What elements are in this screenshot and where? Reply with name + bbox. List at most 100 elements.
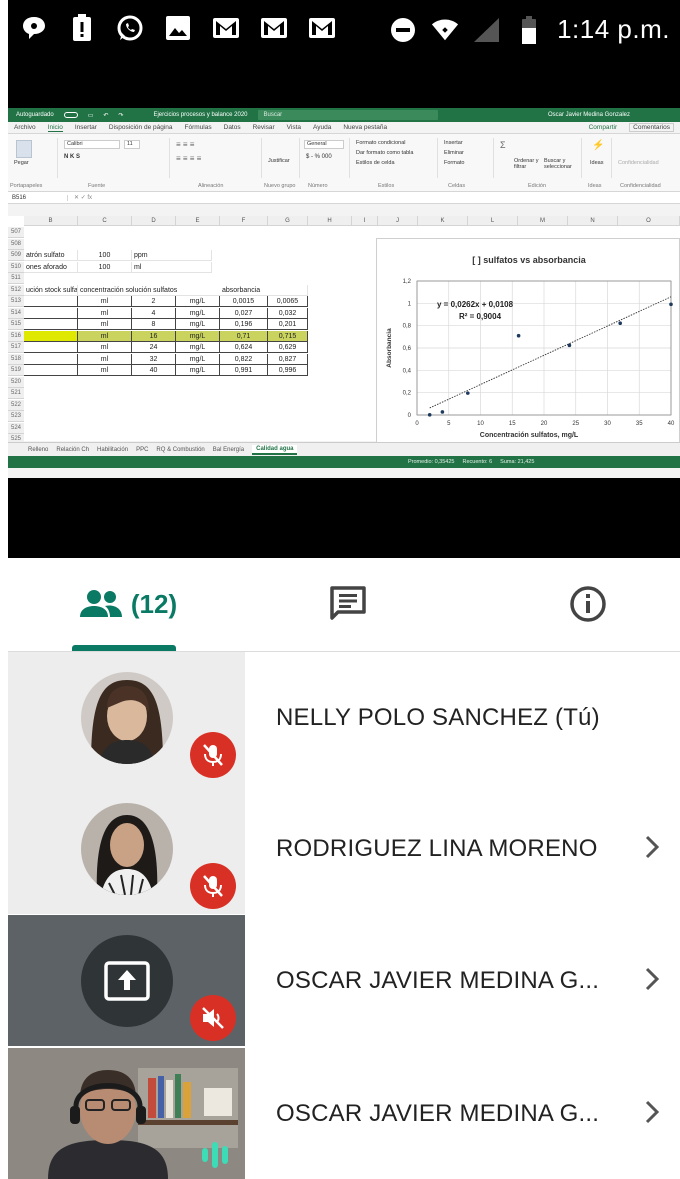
ribbon-tab[interactable]: Disposición de página [109, 124, 173, 131]
chart[interactable]: [ ] sulfatos vs absorbancia 0 0,2 0,4 0,6 0,8… [376, 238, 680, 450]
sheet-row[interactable]: 518 ml 32 mg/L 0,822 0,827 [8, 353, 378, 365]
column-header[interactable]: L [468, 216, 518, 226]
align-icon-2[interactable]: ≡ ≡ ≡ ≡ [176, 154, 201, 163]
sheet-tab[interactable]: RQ & Combustión [156, 447, 204, 453]
sheet-cell[interactable]: ones aforado [24, 261, 78, 273]
sheet-cell[interactable]: ml [78, 353, 132, 365]
column-header[interactable]: F [220, 216, 268, 226]
sheet-cell[interactable]: 0,827 [268, 353, 308, 365]
sheet-cell[interactable]: 100 [78, 261, 132, 273]
row-number[interactable]: 513 [8, 296, 24, 307]
share-button[interactable]: Compartir [589, 124, 618, 131]
sheet-cell[interactable]: 16 [132, 330, 176, 342]
sheet-cell[interactable] [24, 319, 78, 330]
sheet-cell[interactable] [24, 307, 78, 319]
sheet-cell[interactable]: 0,032 [268, 307, 308, 319]
sheet-row[interactable]: 511 [8, 273, 378, 284]
row-number[interactable]: 515 [8, 319, 24, 330]
column-header[interactable]: M [518, 216, 568, 226]
tab-people[interactable]: (12) [58, 582, 198, 626]
row-number[interactable]: 510 [8, 261, 24, 273]
row-number[interactable]: 508 [8, 238, 24, 250]
sheet-cell[interactable]: 0,822 [220, 353, 268, 365]
sheet-cell[interactable]: 2 [132, 296, 176, 307]
row-number[interactable]: 518 [8, 353, 24, 365]
column-header[interactable]: J [378, 216, 418, 226]
sheet-cell[interactable]: ml [78, 342, 132, 353]
column-header[interactable]: D [132, 216, 176, 226]
sheet-cell[interactable]: 0,0065 [268, 296, 308, 307]
cell-styles-button[interactable]: Estilos de celda [356, 160, 395, 166]
sheet-cell[interactable]: 8 [132, 319, 176, 330]
chevron-right-icon[interactable] [642, 833, 662, 866]
currency-icon[interactable]: $ - % 000 [306, 154, 332, 160]
comments-button[interactable]: Comentarios [629, 123, 674, 132]
column-header[interactable]: B [24, 216, 78, 226]
sheet-cell[interactable]: 0,991 [220, 365, 268, 376]
ribbon-tab[interactable]: Ayuda [313, 124, 331, 131]
sheet-row[interactable]: 524 [8, 422, 378, 434]
sheet-tab[interactable]: PPC [136, 447, 148, 453]
row-number[interactable]: 524 [8, 422, 24, 434]
ribbon-tab[interactable]: Archivo [14, 124, 36, 131]
row-number[interactable]: 512 [8, 284, 24, 296]
sheet-cell[interactable]: mg/L [176, 330, 220, 342]
justify-label[interactable]: Justificar [268, 158, 290, 164]
sheet-cell[interactable]: ml [78, 319, 132, 330]
sheet-tab[interactable]: Relación Ch [56, 447, 89, 453]
font-select[interactable]: Calibri [64, 140, 120, 149]
tab-chat[interactable] [308, 582, 388, 626]
sort-button[interactable]: Ordenar y filtrar [514, 158, 542, 170]
chevron-right-icon[interactable] [642, 1098, 662, 1131]
sheet-cell[interactable]: 4 [132, 307, 176, 319]
name-box[interactable]: B516 [8, 194, 68, 201]
sheet-cell[interactable] [24, 296, 78, 307]
sheet-cell[interactable]: ml [78, 296, 132, 307]
find-button[interactable]: Buscar y seleccionar [544, 158, 580, 170]
sheet-cell[interactable]: 100 [78, 250, 132, 261]
sheet-cell[interactable]: 0,996 [268, 365, 308, 376]
ideas-label[interactable]: Ideas [590, 160, 603, 166]
sheet-cell[interactable]: ml [78, 307, 132, 319]
number-format-select[interactable]: General [304, 140, 344, 149]
sheet-cell[interactable]: 0,624 [220, 342, 268, 353]
sheet-row[interactable]: 513 ml 2 mg/L 0,0015 0,0065 [8, 296, 378, 307]
participant-row[interactable]: RODRIGUEZ LINA MORENO [8, 783, 680, 914]
column-header[interactable]: N [568, 216, 618, 226]
column-header[interactable]: E [176, 216, 220, 226]
sheet-cell[interactable]: mg/L [176, 307, 220, 319]
sheet-row[interactable]: 519 ml 40 mg/L 0,991 0,996 [8, 365, 378, 376]
sheet-cell[interactable] [24, 342, 78, 353]
paste-icon[interactable] [16, 140, 32, 158]
format-button[interactable]: Formato [444, 160, 464, 166]
sheet-row[interactable]: 507 [8, 227, 378, 238]
sheet-row[interactable]: 509 atrón sulfato 100 ppm [8, 250, 378, 261]
sheet-cell[interactable]: 24 [132, 342, 176, 353]
row-number[interactable]: 523 [8, 411, 24, 422]
ideas-icon[interactable]: ⚡ [592, 140, 604, 151]
sheet-cell[interactable]: mg/L [176, 319, 220, 330]
sheet-cell[interactable]: 0,71 [220, 330, 268, 342]
ribbon-tab[interactable]: Insertar [75, 124, 97, 131]
sheet-row[interactable]: 521 [8, 388, 378, 399]
sheet-row[interactable]: 516 ml 16 mg/L 0,71 0,715 [8, 330, 378, 342]
ribbon-tab[interactable]: Fórmulas [185, 124, 212, 131]
fx-icon[interactable]: ✕ ✓ fx [68, 194, 92, 201]
cond-format-button[interactable]: Formato condicional [356, 140, 406, 146]
insert-button[interactable]: Insertar [444, 140, 463, 146]
sheet-cell[interactable]: ml [78, 330, 132, 342]
sheet-cell[interactable]: 0,196 [220, 319, 268, 330]
sheet-row[interactable]: 514 ml 4 mg/L 0,027 0,032 [8, 307, 378, 319]
row-number[interactable]: 521 [8, 388, 24, 399]
sensitivity-label[interactable]: Confidencialidad [618, 160, 659, 166]
presentation-video[interactable]: Autoguardado ▭ ↶ ↷ Ejercicios procesos y… [8, 70, 680, 558]
ribbon-tab[interactable]: Vista [287, 124, 301, 131]
ribbon-tab[interactable]: Nueva pestaña [343, 124, 387, 131]
bold-icon[interactable]: N K S [64, 154, 80, 160]
font-size-select[interactable]: 11 [124, 140, 140, 149]
ribbon-tab[interactable]: Inicio [47, 124, 63, 132]
column-header[interactable]: H [308, 216, 352, 226]
autosave-toggle[interactable] [63, 112, 78, 118]
row-number[interactable]: 522 [8, 399, 24, 411]
sheet-row[interactable]: 510 ones aforado 100 ml [8, 261, 378, 273]
